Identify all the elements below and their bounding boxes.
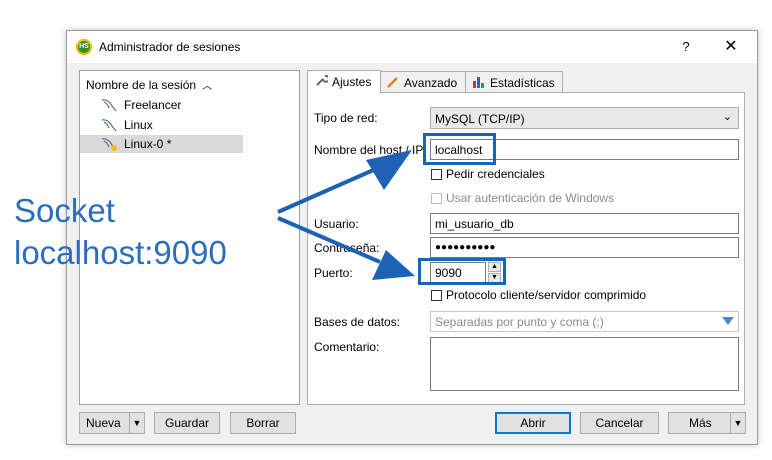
annotation-line-2: localhost:9090 — [14, 234, 227, 271]
tab-label: Ajustes — [332, 75, 372, 89]
socket-annotation: Socket localhost:9090 — [14, 190, 227, 274]
wrench-icon — [316, 74, 328, 86]
tab-settings[interactable]: Ajustes — [307, 70, 381, 94]
annotation-line-1: Socket — [14, 192, 115, 229]
